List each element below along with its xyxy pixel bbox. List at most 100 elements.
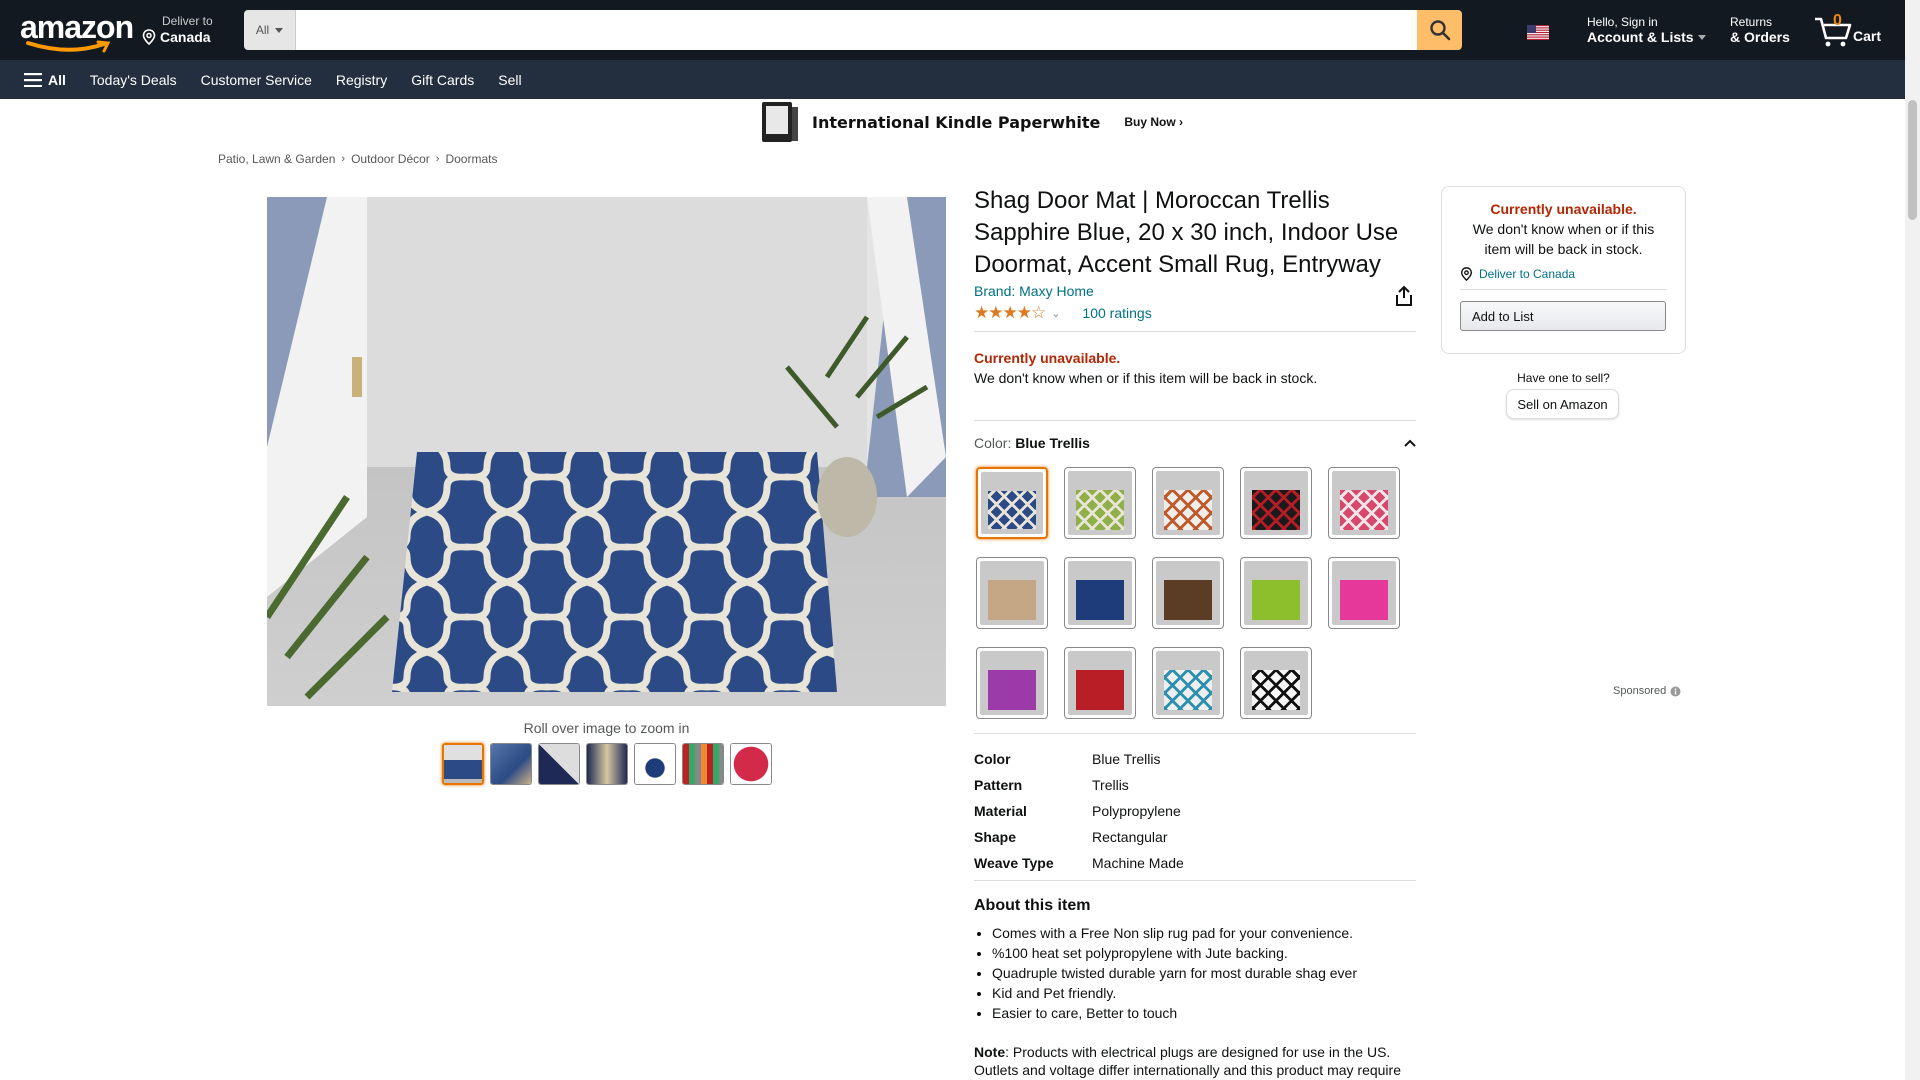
- thumbnail-1[interactable]: [442, 743, 484, 785]
- color-value: Blue Trellis: [1015, 435, 1090, 451]
- spec-row: Pattern Trellis: [974, 772, 1416, 798]
- color-swatch-beige[interactable]: [976, 557, 1048, 629]
- sub-nav: All Today's Deals Customer Service Regis…: [0, 60, 1905, 99]
- note-label: Note: [974, 1044, 1006, 1060]
- thumbnail-5[interactable]: [634, 743, 676, 785]
- breadcrumb-item[interactable]: Outdoor Décor: [351, 152, 430, 166]
- location-pin-icon: [142, 29, 156, 45]
- product-main-image[interactable]: [267, 197, 946, 706]
- chevron-up-icon[interactable]: [1404, 439, 1416, 447]
- subnav-customer-service[interactable]: Customer Service: [189, 60, 324, 99]
- rating-stars[interactable]: ★★★★☆: [974, 303, 1046, 323]
- color-swatch-red[interactable]: [1064, 647, 1136, 719]
- banner-buy-now[interactable]: Buy Now ›: [1124, 115, 1183, 129]
- swatch-image: [1156, 471, 1220, 535]
- breadcrumb: Patio, Lawn & Garden › Outdoor Décor › D…: [218, 152, 497, 166]
- swatch-image: [980, 561, 1044, 625]
- swatch-image: [1244, 561, 1308, 625]
- cart-label: Cart: [1853, 28, 1882, 44]
- spec-value: Blue Trellis: [1092, 751, 1161, 767]
- spec-value: Polypropylene: [1092, 803, 1181, 819]
- color-swatch-pink-trellis[interactable]: [1328, 467, 1400, 539]
- swatch-image: [1068, 651, 1132, 715]
- color-swatch-red-squares[interactable]: [1240, 467, 1312, 539]
- add-to-list-button[interactable]: Add to List: [1460, 301, 1666, 331]
- color-selector-header[interactable]: Color: Blue Trellis: [974, 435, 1416, 451]
- swatch-mat: [1075, 580, 1125, 620]
- product-title: Shag Door Mat | Moroccan Trellis Sapphir…: [974, 187, 1399, 278]
- buybox-note: We don't know when or if this item will …: [1472, 221, 1655, 257]
- spec-key: Color: [974, 751, 1011, 767]
- color-swatch-hot-pink[interactable]: [1328, 557, 1400, 629]
- buybox-deliver-link[interactable]: Deliver to Canada: [1479, 267, 1575, 281]
- kindle-banner[interactable]: International Kindle Paperwhite Buy Now …: [760, 101, 1183, 143]
- color-swatch-purple[interactable]: [976, 647, 1048, 719]
- account-menu[interactable]: Hello, Sign in Account & Lists: [1587, 15, 1706, 45]
- sponsored-label: Sponsored: [1613, 685, 1681, 697]
- color-swatch-teal-wave[interactable]: [1152, 647, 1224, 719]
- kindle-device-icon: [762, 102, 798, 142]
- caret-down-icon: [275, 27, 284, 33]
- ratings-count-link[interactable]: 100 ratings: [1082, 305, 1151, 321]
- subnav-registry[interactable]: Registry: [324, 60, 399, 99]
- deliver-to[interactable]: Deliver to Canada: [142, 14, 213, 45]
- share-icon[interactable]: [1394, 285, 1414, 307]
- cart-button[interactable]: 0 Cart: [1813, 10, 1883, 50]
- buybox-deliver[interactable]: Deliver to Canada: [1460, 267, 1667, 281]
- color-swatch-green-trellis[interactable]: [1064, 467, 1136, 539]
- swatch-image: [1332, 471, 1396, 535]
- thumbnail-2[interactable]: [490, 743, 532, 785]
- chevron-right-icon: ›: [341, 153, 346, 165]
- breadcrumb-item[interactable]: Patio, Lawn & Garden: [218, 152, 335, 166]
- thumbnail-4[interactable]: [586, 743, 628, 785]
- info-icon[interactable]: [1670, 686, 1681, 697]
- hamburger-icon: [24, 72, 42, 87]
- brand-text[interactable]: Brand: Maxy Home: [974, 283, 1094, 299]
- swatch-mat: [1163, 580, 1213, 620]
- account-label: Account & Lists: [1587, 29, 1694, 45]
- color-swatch-blue-trellis[interactable]: [976, 467, 1048, 539]
- subnav-todays-deals[interactable]: Today's Deals: [78, 60, 189, 99]
- about-bullets: Comes with a Free Non slip rug pad for y…: [974, 923, 1416, 1023]
- page-scrollbar[interactable]: [1905, 0, 1920, 1080]
- thumbnail-6[interactable]: [682, 743, 724, 785]
- divider: [974, 880, 1416, 881]
- spec-key: Shape: [974, 829, 1017, 845]
- all-menu-button[interactable]: All: [0, 60, 78, 99]
- breadcrumb-item[interactable]: Doormats: [445, 152, 497, 166]
- availability-note: We don't know when or if this item will …: [974, 370, 1318, 386]
- spec-row: Color Blue Trellis: [974, 746, 1416, 772]
- color-swatch-navy[interactable]: [1064, 557, 1136, 629]
- search-input[interactable]: [296, 10, 1417, 50]
- subnav-gift-cards[interactable]: Gift Cards: [399, 60, 486, 99]
- swatch-image: [981, 472, 1043, 534]
- color-swatches: [974, 467, 1416, 719]
- sell-on-amazon-button[interactable]: Sell on Amazon: [1506, 389, 1619, 419]
- search-category-label: All: [255, 23, 270, 37]
- thumbnail-3[interactable]: [538, 743, 580, 785]
- search-button[interactable]: [1417, 10, 1462, 50]
- amazon-logo[interactable]: amazon: [20, 11, 134, 53]
- spec-key: Weave Type: [974, 855, 1054, 871]
- color-swatch-zebra[interactable]: [1240, 647, 1312, 719]
- us-flag-icon[interactable]: [1527, 25, 1549, 40]
- thumbnail-7[interactable]: [730, 743, 772, 785]
- swatch-mat: [988, 490, 1036, 530]
- subnav-sell[interactable]: Sell: [486, 60, 533, 99]
- search-category-dropdown[interactable]: All: [244, 10, 296, 50]
- swatch-mat: [1075, 490, 1125, 530]
- color-swatch-brown[interactable]: [1152, 557, 1224, 629]
- color-swatch-orange-wave[interactable]: [1152, 467, 1224, 539]
- returns-orders[interactable]: Returns & Orders: [1730, 15, 1790, 45]
- banner-title: International Kindle Paperwhite: [812, 112, 1101, 132]
- scrollbar-thumb[interactable]: [1908, 100, 1917, 220]
- swatch-image: [1156, 651, 1220, 715]
- chevron-down-icon[interactable]: ⌄: [1051, 307, 1060, 320]
- swatch-image: [1244, 651, 1308, 715]
- location-pin-icon: [1460, 267, 1473, 281]
- color-swatch-lime[interactable]: [1240, 557, 1312, 629]
- image-thumbnails: [442, 743, 772, 785]
- swatch-mat: [1339, 580, 1389, 620]
- caret-down-icon: [1697, 35, 1706, 40]
- brand-link[interactable]: Brand: Maxy Home: [974, 283, 1416, 299]
